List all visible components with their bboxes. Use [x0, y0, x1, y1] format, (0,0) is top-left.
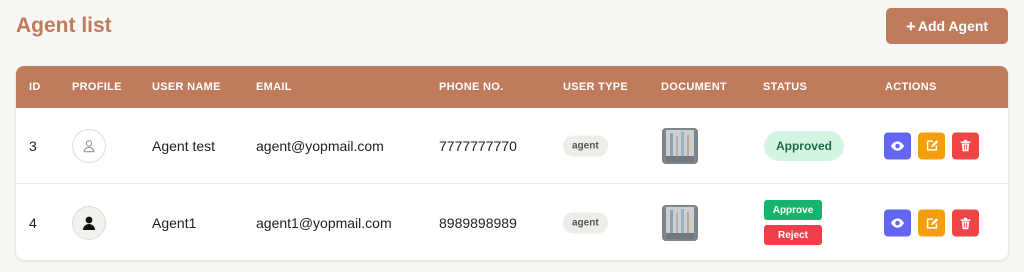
document-image — [662, 205, 698, 241]
user-filled-icon — [83, 216, 95, 230]
view-button[interactable] — [884, 209, 911, 237]
row-user-name: Agent1 — [152, 215, 197, 231]
document-thumbnail[interactable] — [662, 205, 698, 241]
row-email: agent@yopmail.com — [256, 137, 384, 154]
row-id: 3 — [29, 137, 37, 154]
status-badge: Approved — [764, 130, 844, 161]
header-phone: PHONE NO. — [439, 81, 504, 93]
eye-icon — [890, 140, 905, 151]
plus-icon: + — [905, 16, 916, 36]
header-user-type: USER TYPE — [563, 81, 629, 93]
row-phone: 8989898989 — [439, 215, 517, 231]
edit-button[interactable] — [918, 209, 945, 237]
header-actions: ACTIONS — [885, 81, 937, 93]
table-row: 4 Agent1 agent1@yopmail.com 8989898989 a… — [16, 185, 1008, 260]
avatar — [72, 206, 106, 240]
edit-icon — [926, 140, 938, 151]
row-phone: 7777777770 — [439, 137, 517, 154]
view-button[interactable] — [884, 132, 911, 159]
avatar — [72, 128, 106, 163]
reject-button[interactable]: Reject — [764, 225, 822, 245]
header-id: ID — [29, 81, 41, 93]
header-user-name: USER NAME — [152, 81, 221, 93]
delete-button[interactable] — [952, 132, 979, 159]
header-status: STATUS — [763, 81, 808, 93]
user-type-badge: agent — [563, 212, 608, 234]
user-type-badge: agent — [563, 135, 608, 156]
edit-button[interactable] — [918, 132, 945, 159]
row-user-name: Agent test — [152, 137, 216, 154]
eye-icon — [890, 218, 905, 228]
add-agent-label: Add Agent — [917, 18, 989, 34]
delete-button[interactable] — [952, 209, 979, 237]
header-profile: PROFILE — [72, 81, 122, 93]
trash-icon — [960, 139, 971, 152]
approve-button[interactable]: Approve — [764, 200, 822, 220]
table-header: ID PROFILE USER NAME EMAIL PHONE NO. USE… — [16, 66, 1008, 108]
row-email: agent1@yopmail.com — [256, 215, 392, 231]
user-outline-icon — [83, 139, 95, 152]
table-row: 3 Agent test agent@yopmail.com 777777777… — [16, 108, 1008, 184]
row-id: 4 — [29, 215, 37, 231]
edit-icon — [926, 217, 938, 229]
document-thumbnail[interactable] — [662, 127, 698, 164]
trash-icon — [960, 217, 971, 229]
document-image — [662, 127, 698, 164]
agent-table: ID PROFILE USER NAME EMAIL PHONE NO. USE… — [16, 66, 1008, 260]
header-document: DOCUMENT — [661, 81, 727, 93]
header-email: EMAIL — [256, 81, 292, 93]
page-title: Agent list — [16, 14, 112, 37]
add-agent-button[interactable]: + Add Agent — [886, 8, 1008, 44]
